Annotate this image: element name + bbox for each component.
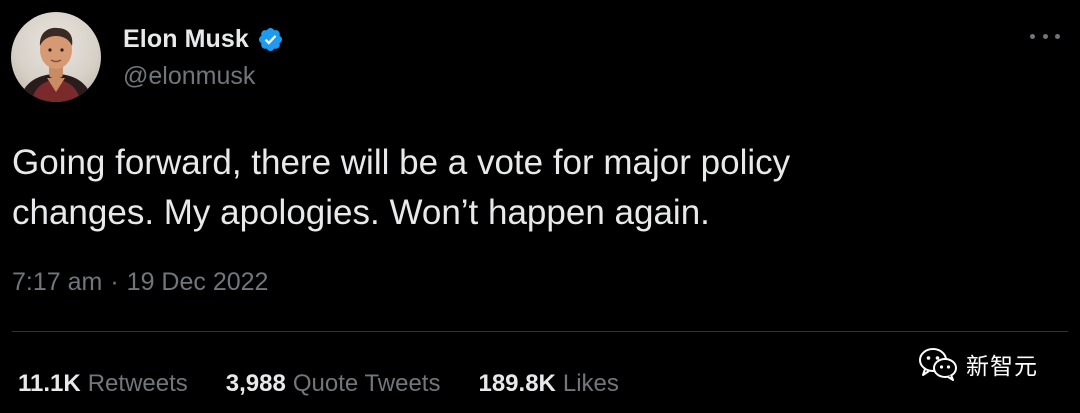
quote-tweets-count: 3,988 — [225, 370, 286, 397]
tweet-card: Elon Musk @elonmusk Going forward, there… — [0, 0, 1080, 413]
tweet-date: 19 Dec 2022 — [126, 268, 269, 296]
verified-badge-icon — [257, 26, 284, 53]
retweets-label: Retweets — [87, 370, 188, 397]
watermark: 新智元 — [918, 346, 1038, 382]
retweets-count: 11.1K — [18, 370, 81, 397]
wechat-icon — [919, 348, 957, 381]
likes-count: 189.8K — [478, 370, 556, 397]
watermark-text: 新智元 — [966, 354, 1038, 380]
more-options-icon[interactable] — [1030, 26, 1060, 46]
author-name-row: Elon Musk — [123, 22, 284, 56]
avatar-image — [19, 27, 93, 102]
tweet-text-line-2: changes. My apologies. Won’t happen agai… — [12, 193, 710, 232]
retweets-stat[interactable]: 11.1K Retweets — [18, 370, 188, 398]
tweet-text: Going forward, there will be a vote for … — [12, 138, 1052, 238]
quote-tweets-label: Quote Tweets — [292, 370, 441, 397]
likes-stat[interactable]: 189.8K Likes — [478, 370, 618, 398]
likes-label: Likes — [562, 370, 619, 397]
meta-separator: · — [110, 268, 119, 296]
author-handle[interactable]: @elonmusk — [123, 62, 255, 91]
tweet-text-line-1: Going forward, there will be a vote for … — [12, 143, 791, 182]
author-display-name[interactable]: Elon Musk — [123, 25, 249, 54]
tweet-time: 7:17 am — [12, 268, 103, 296]
avatar[interactable] — [11, 12, 101, 102]
engagement-stats: 11.1K Retweets 3,988 Quote Tweets 189.8K… — [18, 370, 619, 398]
tweet-timestamp[interactable]: 7:17 am · 19 Dec 2022 — [12, 268, 268, 297]
divider — [12, 331, 1068, 332]
quote-tweets-stat[interactable]: 3,988 Quote Tweets — [226, 370, 441, 398]
